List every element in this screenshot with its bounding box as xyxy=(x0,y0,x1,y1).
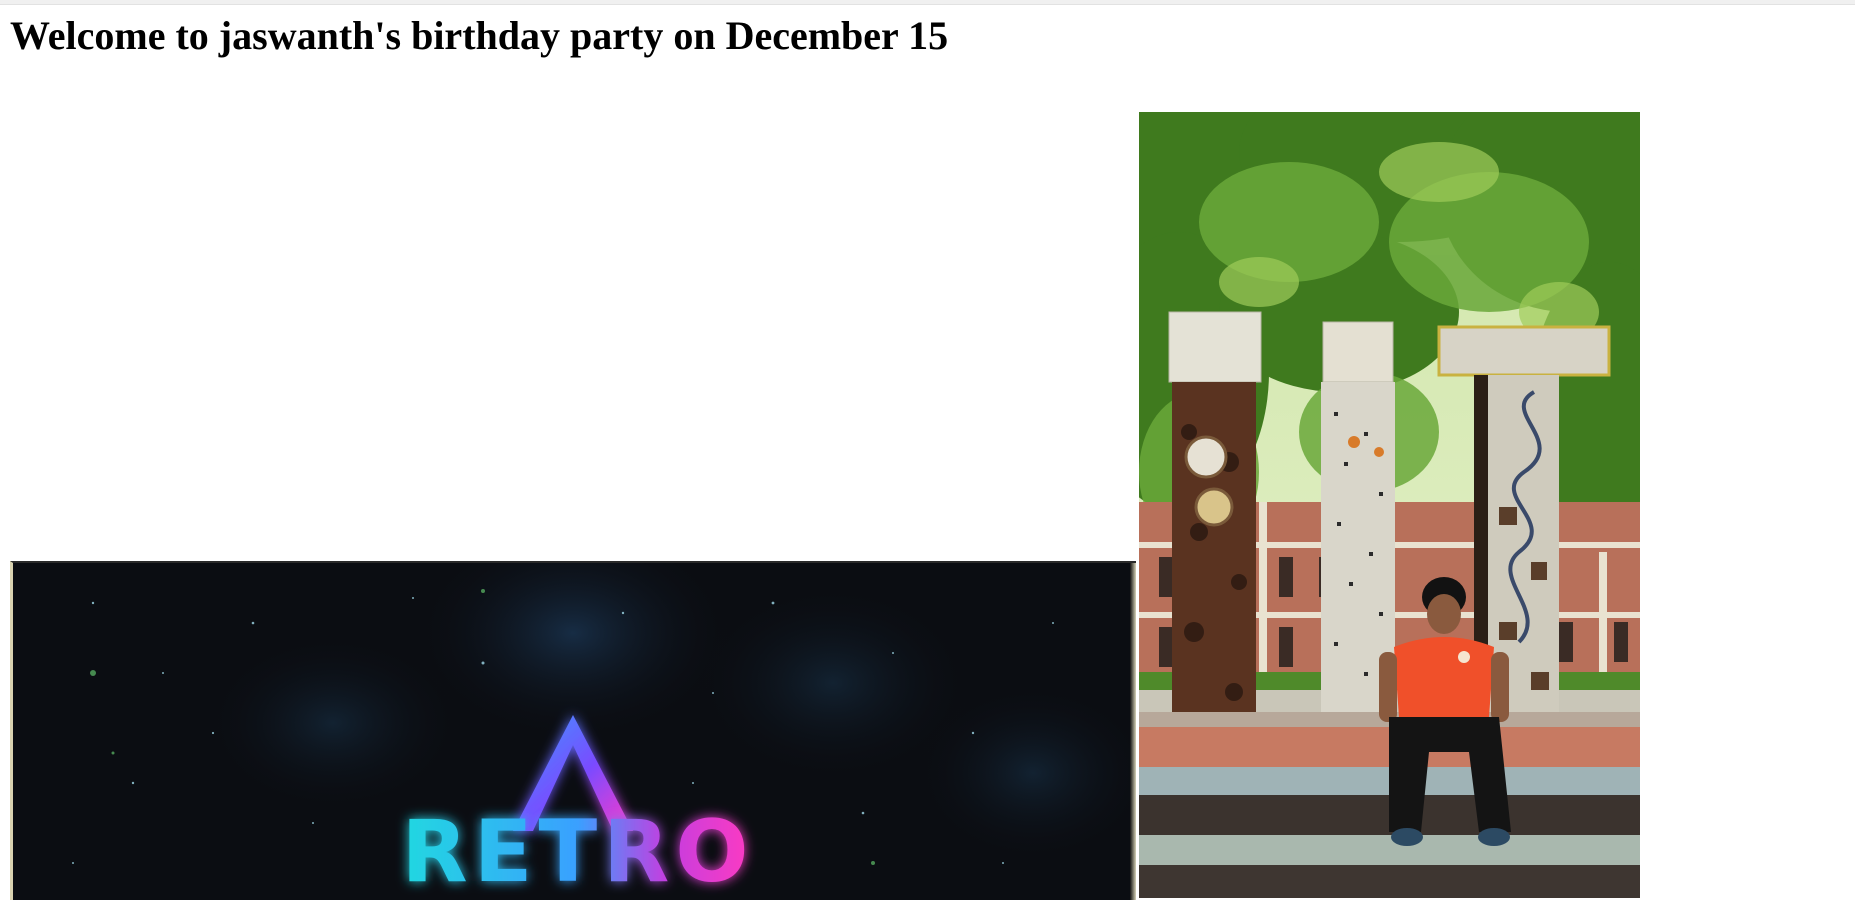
poster-logo-text: RETRO xyxy=(402,802,755,900)
poster-edge xyxy=(1130,563,1136,900)
photo-scene xyxy=(1139,112,1640,898)
party-poster-image: RETRO xyxy=(10,561,1136,900)
birthday-person-photo xyxy=(1139,112,1640,898)
page-title: Welcome to jaswanth's birthday party on … xyxy=(10,13,949,58)
browser-top-rule xyxy=(0,0,1855,5)
poster-artwork: RETRO xyxy=(13,563,1136,900)
